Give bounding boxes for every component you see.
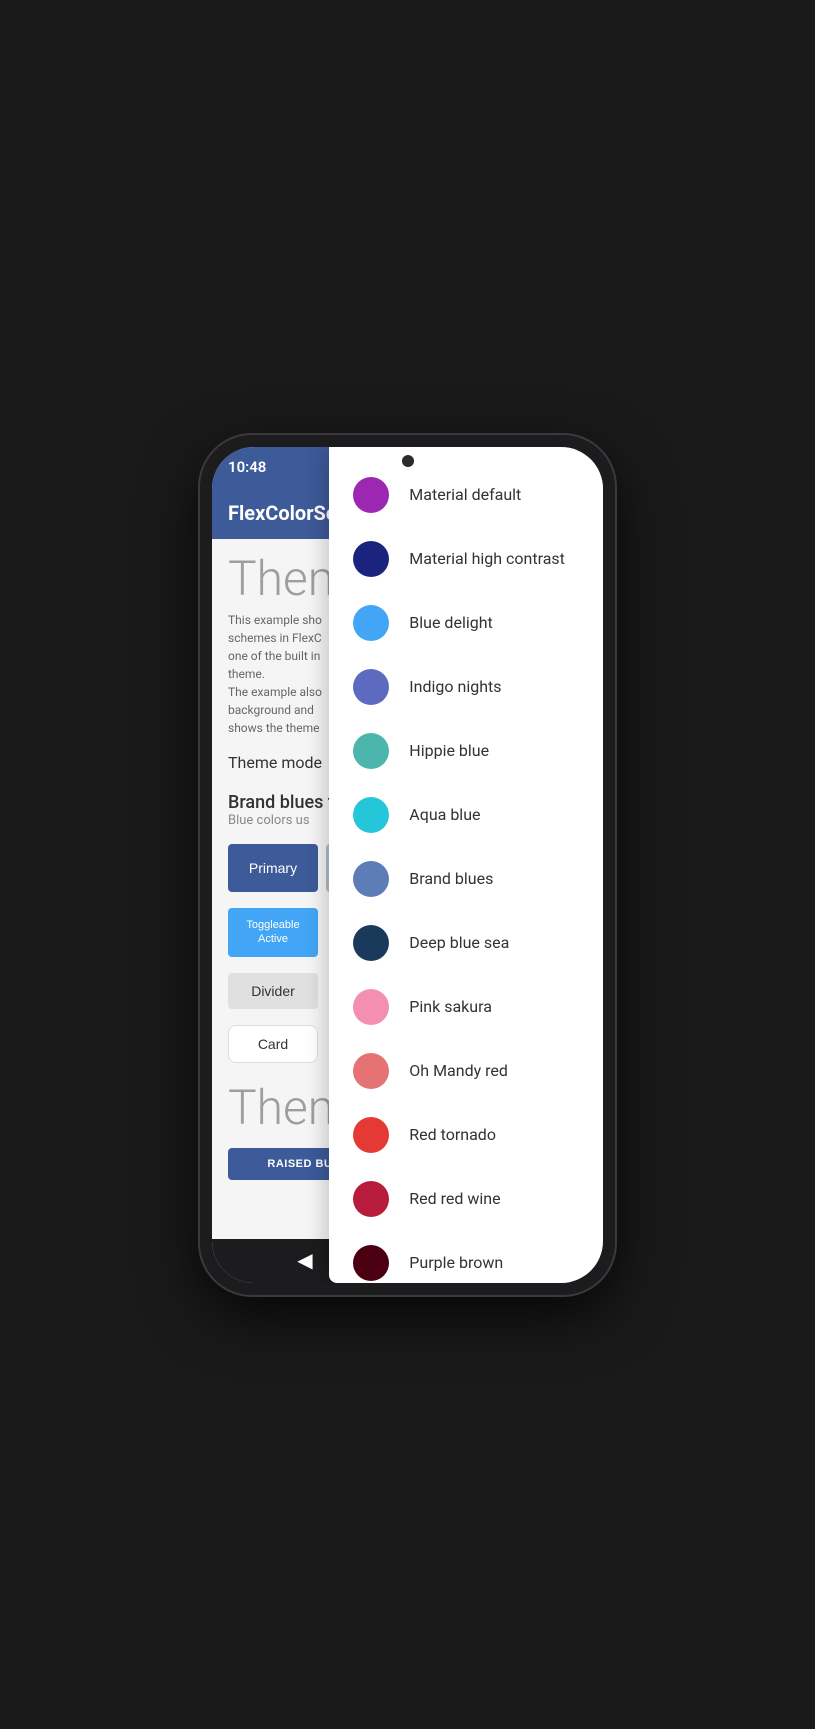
color-dot-deep-blue-sea <box>353 925 389 961</box>
dropdown-label-blue-delight: Blue delight <box>409 613 492 632</box>
color-dot-purple-brown <box>353 1245 389 1281</box>
dropdown-label-brand-blues: Brand blues <box>409 869 493 888</box>
dropdown-item-red-tornado[interactable]: Red tornado <box>329 1103 603 1167</box>
dropdown-label-oh-mandy-red: Oh Mandy red <box>409 1061 508 1080</box>
dropdown-item-oh-mandy-red[interactable]: Oh Mandy red <box>329 1039 603 1103</box>
primary-button[interactable]: Primary <box>228 844 318 893</box>
theme-dropdown[interactable]: Material default Material high contrast Bl… <box>329 447 603 1283</box>
app-bar-title: FlexColorSc <box>228 501 336 525</box>
dropdown-label-hippie-blue: Hippie blue <box>409 741 489 760</box>
dropdown-item-aqua-blue[interactable]: Aqua blue <box>329 783 603 847</box>
dropdown-label-deep-blue-sea: Deep blue sea <box>409 933 509 952</box>
dropdown-label-material-default: Material default <box>409 485 521 504</box>
dropdown-item-hippie-blue[interactable]: Hippie blue <box>329 719 603 783</box>
dropdown-label-indigo-nights: Indigo nights <box>409 677 501 696</box>
color-dot-indigo-nights <box>353 669 389 705</box>
divider-button[interactable]: Divider <box>228 973 318 1009</box>
phone-frame: 10:48 A ⊙ ■ ▾ ▲ ▮ FlexColorSc Theme This… <box>200 435 615 1295</box>
toggleable-button[interactable]: Toggleable Active <box>228 908 318 957</box>
back-button[interactable]: ◀ <box>297 1248 312 1273</box>
dropdown-item-red-red-wine[interactable]: Red red wine <box>329 1167 603 1231</box>
color-dot-blue-delight <box>353 605 389 641</box>
dropdown-label-aqua-blue: Aqua blue <box>409 805 480 824</box>
dropdown-label-material-high-contrast: Material high contrast <box>409 549 565 568</box>
dropdown-label-purple-brown: Purple brown <box>409 1253 503 1272</box>
dropdown-label-red-tornado: Red tornado <box>409 1125 496 1144</box>
color-dot-material-default <box>353 477 389 513</box>
dropdown-item-material-default[interactable]: Material default <box>329 463 603 527</box>
dropdown-label-pink-sakura: Pink sakura <box>409 997 492 1016</box>
color-dot-brand-blues <box>353 861 389 897</box>
card-button[interactable]: Card <box>228 1025 318 1063</box>
dropdown-item-brand-blues[interactable]: Brand blues <box>329 847 603 911</box>
color-dot-red-tornado <box>353 1117 389 1153</box>
dropdown-item-material-high-contrast[interactable]: Material high contrast <box>329 527 603 591</box>
color-dot-red-red-wine <box>353 1181 389 1217</box>
color-dot-hippie-blue <box>353 733 389 769</box>
color-dot-material-high-contrast <box>353 541 389 577</box>
dropdown-label-red-red-wine: Red red wine <box>409 1189 500 1208</box>
dropdown-item-pink-sakura[interactable]: Pink sakura <box>329 975 603 1039</box>
color-dot-aqua-blue <box>353 797 389 833</box>
camera <box>402 455 414 467</box>
phone-screen: 10:48 A ⊙ ■ ▾ ▲ ▮ FlexColorSc Theme This… <box>212 447 603 1283</box>
color-dot-oh-mandy-red <box>353 1053 389 1089</box>
dropdown-item-deep-blue-sea[interactable]: Deep blue sea <box>329 911 603 975</box>
dropdown-item-purple-brown[interactable]: Purple brown <box>329 1231 603 1283</box>
dropdown-item-blue-delight[interactable]: Blue delight <box>329 591 603 655</box>
color-dot-pink-sakura <box>353 989 389 1025</box>
dropdown-item-indigo-nights[interactable]: Indigo nights <box>329 655 603 719</box>
